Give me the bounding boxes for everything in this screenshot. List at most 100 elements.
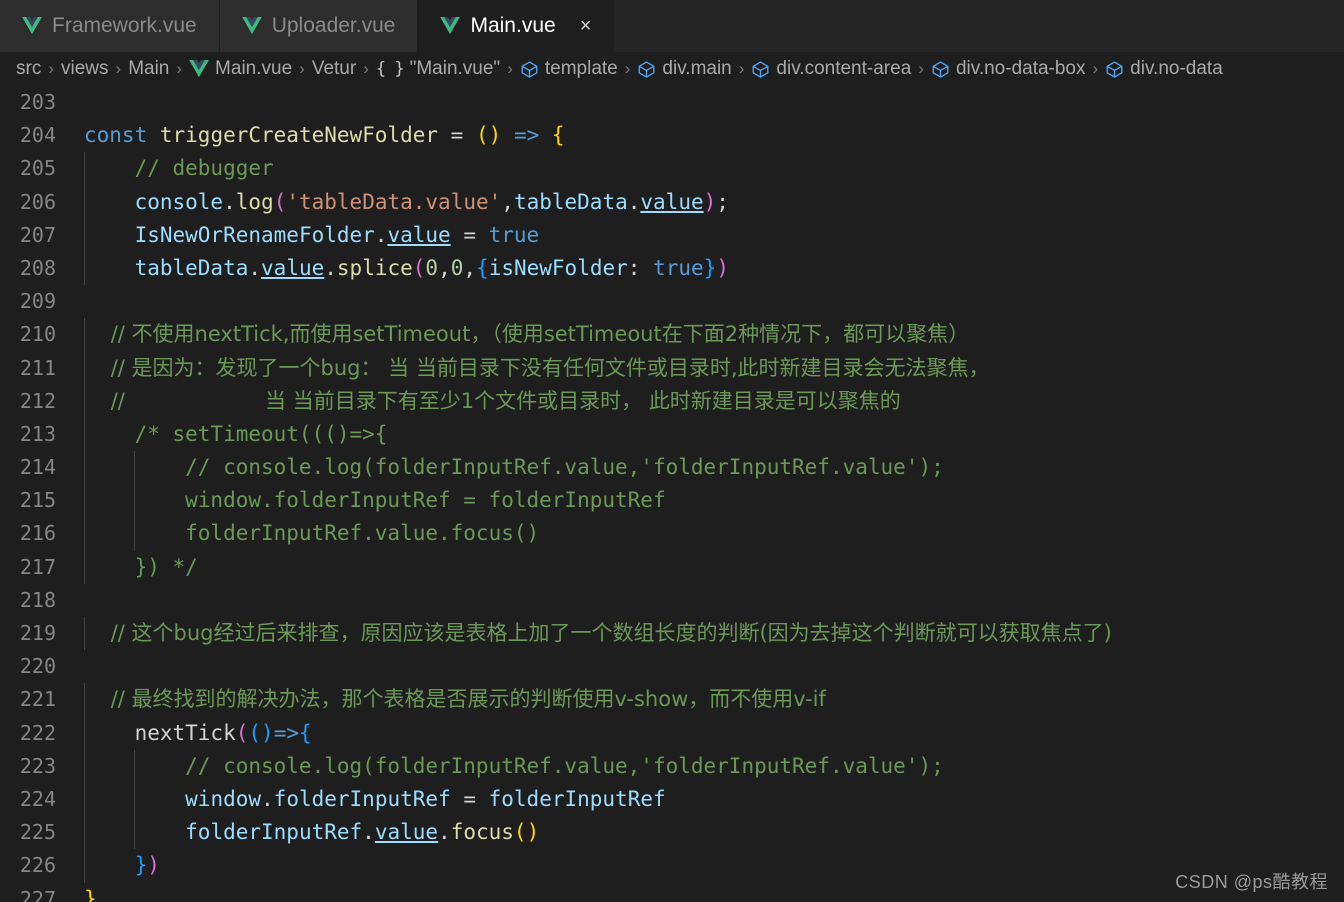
code-token: , bbox=[463, 255, 477, 280]
code-line[interactable]: 213 /* setTimeout((()=>{ bbox=[0, 417, 1344, 452]
code-line[interactable]: 227} bbox=[0, 883, 1344, 902]
code-token: window bbox=[185, 786, 262, 811]
code-token: // console.log(folderInputRef.value,'fol… bbox=[84, 753, 944, 778]
code-line[interactable]: 218 bbox=[0, 584, 1344, 617]
code-token: isNewFolder bbox=[488, 255, 628, 280]
line-number: 210 bbox=[19, 322, 56, 347]
code-token: => bbox=[273, 720, 299, 745]
breadcrumb-item-vetur[interactable]: Vetur bbox=[312, 58, 356, 80]
code-token: triggerCreateNewFolder bbox=[159, 123, 439, 148]
code-line[interactable]: 226 }) bbox=[0, 849, 1344, 883]
vue-icon bbox=[241, 17, 262, 35]
code-token: // console.log(folderInputRef.value,'fol… bbox=[84, 455, 944, 480]
code-token: . bbox=[261, 786, 274, 811]
indent-guide bbox=[84, 384, 85, 418]
code-line-content: folderInputRef.value.focus() bbox=[72, 816, 1344, 850]
code-line[interactable]: 210 // 不使用nextTick,而使用setTimeout，（使用setT… bbox=[0, 318, 1344, 352]
line-number: 214 bbox=[19, 455, 56, 480]
breadcrumb-item-div.content-area[interactable]: div.content-area bbox=[751, 58, 911, 80]
breadcrumb-item-label: template bbox=[544, 58, 618, 79]
code-line[interactable]: 214 // console.log(folderInputRef.value,… bbox=[0, 451, 1344, 485]
code-line[interactable]: 203 bbox=[0, 86, 1344, 119]
line-number: 206 bbox=[19, 189, 56, 214]
code-token: folderInputRef bbox=[273, 786, 451, 811]
code-token: 0 bbox=[450, 255, 464, 280]
code-token: } bbox=[134, 853, 148, 878]
code-editor[interactable]: 203 204 const triggerCreateNewFolder = () … bbox=[0, 86, 1344, 902]
editor-tab-bar: Framework.vue Uploader.vue Main.vue × bbox=[0, 0, 1344, 52]
code-line[interactable]: 209 bbox=[0, 285, 1344, 318]
breadcrumb-separator-icon: › bbox=[507, 59, 513, 78]
code-line[interactable]: 211 // 是因为：发现了一个bug： 当 当前目录下没有任何文件或目录时,此… bbox=[0, 351, 1344, 385]
code-line[interactable]: 220 bbox=[0, 650, 1344, 683]
code-line[interactable]: 205 // debugger bbox=[0, 152, 1344, 186]
line-number: 224 bbox=[19, 786, 56, 811]
breadcrumb-item-main.vue[interactable]: { } "Main.vue" bbox=[376, 58, 500, 80]
code-line-content: const triggerCreateNewFolder = () => { bbox=[72, 119, 1344, 152]
breadcrumb-item-label: views bbox=[61, 58, 109, 79]
indent-guide bbox=[134, 484, 136, 518]
indent-guide bbox=[84, 749, 85, 783]
code-line[interactable]: 217 }) */ bbox=[0, 550, 1344, 584]
indent-guide bbox=[84, 816, 85, 850]
indent-guide bbox=[84, 517, 85, 551]
code-line[interactable]: 221 // 最终找到的解决办法，那个表格是否展示的判断使用v-show，而不使… bbox=[0, 683, 1344, 717]
breadcrumb-item-views[interactable]: views bbox=[61, 58, 109, 80]
breadcrumb-item-div.main[interactable]: div.main bbox=[637, 58, 732, 80]
breadcrumb-item-div.no-data[interactable]: div.no-data bbox=[1105, 58, 1223, 80]
code-line[interactable]: 225 folderInputRef.value.focus() bbox=[0, 816, 1344, 850]
code-token: value bbox=[374, 820, 439, 845]
code-line[interactable]: 216 folderInputRef.value.focus() bbox=[0, 517, 1344, 551]
code-token: . bbox=[362, 820, 375, 845]
indent-guide bbox=[84, 251, 85, 286]
breadcrumb-item-template[interactable]: template bbox=[520, 58, 618, 80]
breadcrumb-item-src[interactable]: src bbox=[16, 58, 41, 80]
code-line-content: // console.log(folderInputRef.value,'fol… bbox=[72, 749, 1344, 783]
code-line[interactable]: 224 window.folderInputRef = folderInputR… bbox=[0, 782, 1344, 817]
breadcrumb-item-div.no-data-box[interactable]: div.no-data-box bbox=[931, 58, 1086, 80]
vue-icon bbox=[189, 60, 209, 78]
line-number: 222 bbox=[19, 720, 56, 745]
line-number: 217 bbox=[19, 554, 56, 579]
indent-guide bbox=[84, 351, 85, 385]
code-line-content: // console.log(folderInputRef.value,'fol… bbox=[72, 451, 1344, 485]
line-number: 208 bbox=[19, 255, 56, 280]
code-token: 0 bbox=[425, 255, 439, 280]
code-token: // debugger bbox=[84, 156, 274, 181]
code-line[interactable]: 222 nextTick(()=>{ bbox=[0, 716, 1344, 750]
code-token: folderInputRef.value.focus() bbox=[84, 521, 540, 546]
code-line[interactable]: 212 // 当 当前目录下有至少1个文件或目录时， 此时新建目录是可以聚焦的 bbox=[0, 384, 1344, 418]
line-number: 211 bbox=[19, 355, 56, 380]
line-number: 226 bbox=[19, 853, 56, 878]
code-line-content: // 是因为：发现了一个bug： 当 当前目录下没有任何文件或目录时,此时新建目… bbox=[72, 351, 1344, 385]
indent-guide bbox=[84, 185, 85, 219]
line-number: 209 bbox=[19, 289, 56, 314]
breadcrumb-separator-icon: › bbox=[299, 59, 305, 78]
code-token: , bbox=[438, 255, 451, 280]
indent-guide bbox=[84, 683, 85, 717]
breadcrumb-item-main.vue[interactable]: Main.vue bbox=[189, 58, 292, 80]
code-line[interactable]: 204 const triggerCreateNewFolder = () => … bbox=[0, 119, 1344, 152]
editor-tab-main-vue[interactable]: Main.vue × bbox=[418, 0, 615, 52]
tab-bar-empty-space bbox=[614, 0, 1344, 52]
code-token: true bbox=[488, 222, 540, 247]
code-line[interactable]: 215 window.folderInputRef = folderInputR… bbox=[0, 484, 1344, 518]
code-line[interactable]: 223 // console.log(folderInputRef.value,… bbox=[0, 749, 1344, 783]
breadcrumb-item-main[interactable]: Main bbox=[128, 58, 169, 80]
code-line[interactable]: 206 console.log('tableData.value',tableD… bbox=[0, 185, 1344, 219]
code-line[interactable]: 219 // 这个bug经过后来排查，原因应该是表格上加了一个数组长度的判断(因… bbox=[0, 617, 1344, 651]
close-icon[interactable]: × bbox=[580, 16, 592, 36]
code-line[interactable]: 208 tableData.value.splice(0,0,{isNewFol… bbox=[0, 251, 1344, 286]
code-token: : bbox=[627, 255, 654, 280]
editor-tab-framework-vue[interactable]: Framework.vue bbox=[0, 0, 220, 52]
editor-tab-uploader-vue[interactable]: Uploader.vue bbox=[219, 0, 419, 52]
line-number: 203 bbox=[19, 90, 56, 114]
tab-label: Framework.vue bbox=[52, 14, 197, 37]
code-line[interactable]: 207 IsNewOrRenameFolder.value = true bbox=[0, 218, 1344, 252]
breadcrumb-item-label: src bbox=[16, 58, 42, 79]
indent-guide bbox=[84, 782, 85, 817]
code-token: ( bbox=[273, 189, 287, 214]
